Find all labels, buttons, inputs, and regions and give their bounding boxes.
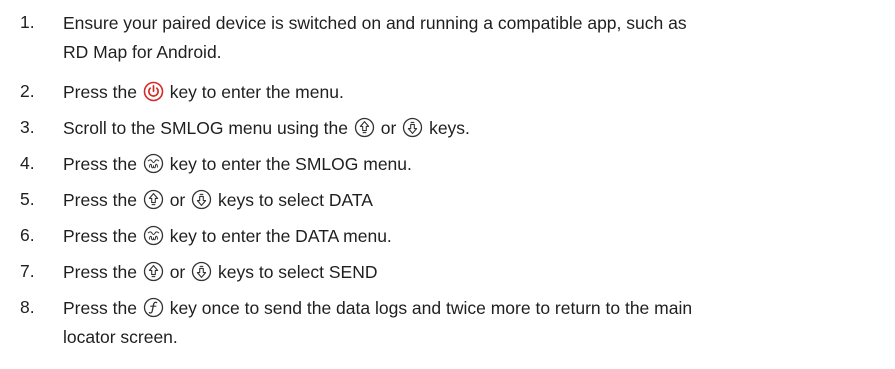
step-text-or: or <box>169 261 186 282</box>
step-text-after: keys to select SEND <box>218 261 378 282</box>
step-text-after: key to enter the SMLOG menu. <box>169 153 412 174</box>
step-text-after: key to enter the DATA menu. <box>169 225 392 246</box>
step-text: Press the key to enter the DATA menu. <box>63 223 893 249</box>
step-text-before: Press the <box>63 225 137 246</box>
step-text-before: Press the <box>63 81 137 102</box>
step-text-or: or <box>169 189 186 210</box>
step-number: 1. <box>20 12 35 32</box>
step-text-line1: Ensure your paired device is switched on… <box>63 12 687 33</box>
antenna-key-icon <box>143 153 164 174</box>
step-text-after: key once to send the data logs and twice… <box>169 297 693 318</box>
step-number: 4. <box>20 153 35 173</box>
step-text-after: keys to select DATA <box>218 189 373 210</box>
power-key-icon <box>143 81 164 102</box>
step-number: 7. <box>20 261 35 281</box>
down-arrow-key-icon <box>191 189 212 210</box>
step-text-or: or <box>380 117 397 138</box>
step-text: Press the or keys to select SEND <box>63 259 893 285</box>
step-text-after: key to enter the menu. <box>169 81 344 102</box>
step-text: Press the key to enter the SMLOG menu. <box>63 151 893 177</box>
step-text: Press the key once to send the data logs… <box>63 295 893 321</box>
frequency-key-icon <box>143 297 164 318</box>
down-arrow-key-icon <box>191 261 212 282</box>
step-number: 8. <box>20 297 35 317</box>
step-text-line2: RD Map for Android. <box>63 42 222 62</box>
step-text: Press the or keys to select DATA <box>63 187 893 213</box>
step-number: 6. <box>20 225 35 245</box>
step-text-before: Press the <box>63 261 137 282</box>
step-text-before: Scroll to the SMLOG menu using the <box>63 117 348 138</box>
step-text-before: Press the <box>63 189 137 210</box>
up-arrow-key-icon <box>354 117 375 138</box>
step-text-after: keys. <box>429 117 470 138</box>
up-arrow-key-icon <box>143 261 164 282</box>
step-text: Scroll to the SMLOG menu using the or ke… <box>63 115 893 141</box>
step-number: 2. <box>20 81 35 101</box>
step-text: Ensure your paired device is switched on… <box>63 10 893 36</box>
step-number: 3. <box>20 117 35 137</box>
step-number: 5. <box>20 189 35 209</box>
down-arrow-key-icon <box>402 117 423 138</box>
step-text-line2: locator screen. <box>63 327 178 347</box>
step-text: Press the key to enter the menu. <box>63 79 893 105</box>
antenna-key-icon <box>143 225 164 246</box>
step-text-before: Press the <box>63 297 137 318</box>
up-arrow-key-icon <box>143 189 164 210</box>
step-text-before: Press the <box>63 153 137 174</box>
